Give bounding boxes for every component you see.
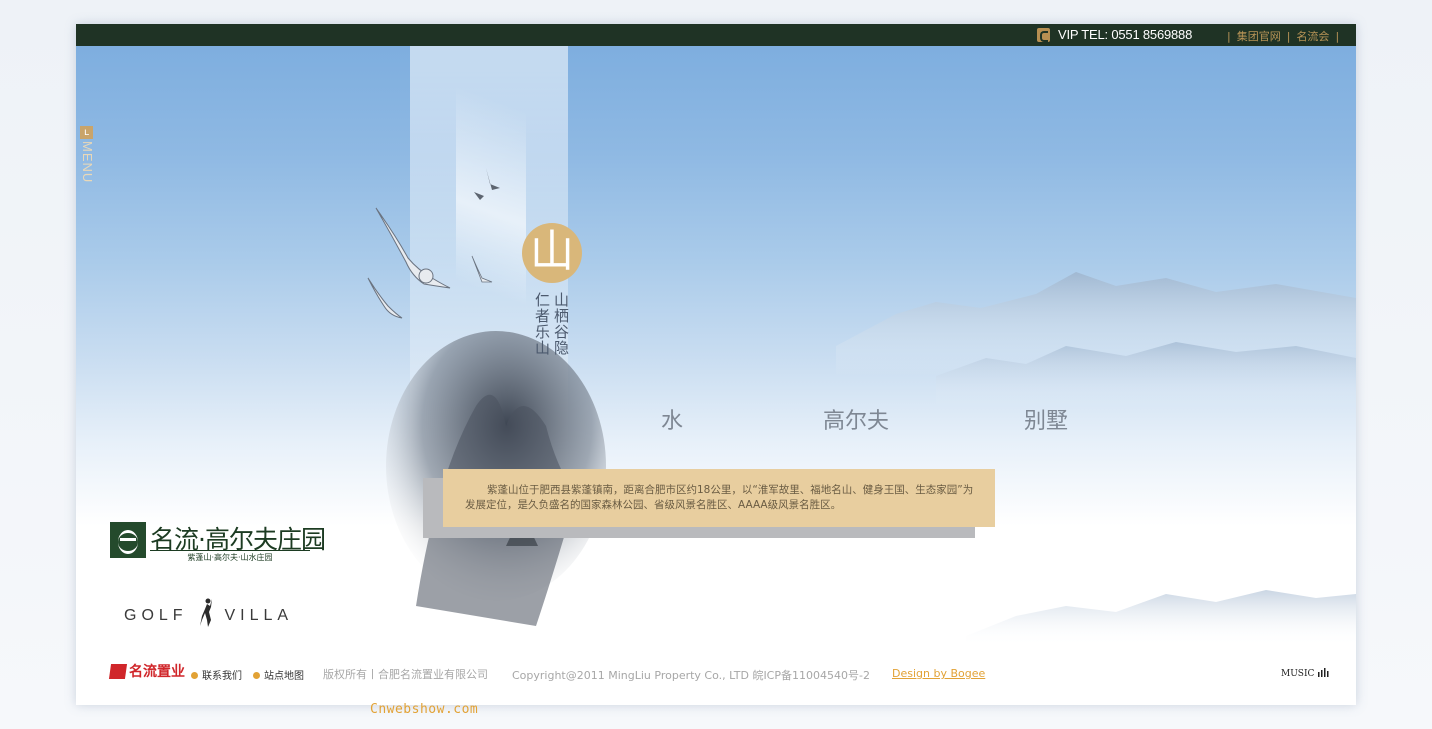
separator: | — [1335, 30, 1340, 43]
mingliu-logo-icon — [108, 664, 128, 679]
separator: | — [1286, 30, 1291, 43]
villa-word: VILLA — [224, 607, 294, 624]
sitemap-label: 站点地图 — [264, 671, 304, 682]
golf-villa-wordmark: GOLF VILLA — [124, 598, 293, 628]
footer-logo-text[interactable]: 名流置业 — [129, 661, 185, 681]
top-link-mingliu-club[interactable]: 名流会 — [1296, 30, 1329, 43]
music-label: MUSIC — [1281, 669, 1315, 679]
top-links: | 集团官网 | 名流会 | — [1224, 28, 1342, 44]
menu-toggle[interactable]: ʟ MENU — [80, 126, 95, 206]
bird-icon — [367, 168, 500, 319]
nav-golf[interactable]: 高尔夫 — [823, 403, 889, 435]
sitemap-link[interactable]: 站点地图 — [253, 667, 304, 682]
poem-line-left: 仁者乐山 — [533, 292, 551, 356]
brand-subtitle: 紫蓬山·高尔夫·山水庄园 — [150, 550, 310, 563]
nav-villa[interactable]: 别墅 — [1024, 403, 1068, 435]
copyright-cn: 版权所有丨合肥名流置业有限公司 — [323, 668, 488, 681]
music-bars-icon — [1318, 668, 1329, 677]
bullet-icon — [253, 672, 260, 679]
top-bar: VIP TEL: 0551 8569888 | 集团官网 | 名流会 | — [76, 24, 1356, 46]
page-frame: VIP TEL: 0551 8569888 | 集团官网 | 名流会 | ʟ M… — [76, 24, 1356, 705]
music-toggle[interactable]: MUSIC — [1281, 668, 1329, 679]
poem-line-right: 山栖谷隐 — [552, 292, 570, 356]
top-link-group-site[interactable]: 集团官网 — [1237, 30, 1281, 43]
phone-icon — [1037, 28, 1050, 42]
golfer-icon — [200, 598, 213, 627]
golf-word: GOLF — [124, 607, 188, 624]
hero-scene: ʟ MENU 山 山栖谷隐 仁者乐山 水 高尔夫 别墅 紫蓬山位于肥西县紫蓬镇南… — [76, 46, 1356, 646]
separator: | — [1227, 30, 1231, 43]
bullet-icon — [191, 672, 198, 679]
description-text: 紫蓬山位于肥西县紫蓬镇南，距离合肥市区约18公里，以“淮军故里、福地名山、健身王… — [465, 484, 974, 511]
mountain-seal: 山 — [522, 223, 582, 283]
watermark: Cnwebshow.com — [370, 702, 479, 717]
brand-emblem-icon — [110, 522, 146, 558]
nav-water[interactable]: 水 — [661, 403, 683, 435]
contact-link[interactable]: 联系我们 — [191, 667, 242, 682]
contact-label: 联系我们 — [202, 671, 242, 682]
copyright-en: Copyright@2011 MingLiu Property Co., LTD… — [512, 669, 870, 682]
description-box: 紫蓬山位于肥西县紫蓬镇南，距离合肥市区约18公里，以“淮军故里、福地名山、健身王… — [443, 469, 995, 527]
footer: 名流置业 联系我们 站点地图 版权所有丨合肥名流置业有限公司 Copyright… — [76, 660, 1356, 684]
menu-label: MENU — [80, 141, 95, 184]
design-credit-link[interactable]: Design by Bogee — [892, 667, 985, 680]
menu-icon: ʟ — [80, 126, 93, 139]
vip-tel: VIP TEL: 0551 8569888 — [1058, 27, 1193, 42]
